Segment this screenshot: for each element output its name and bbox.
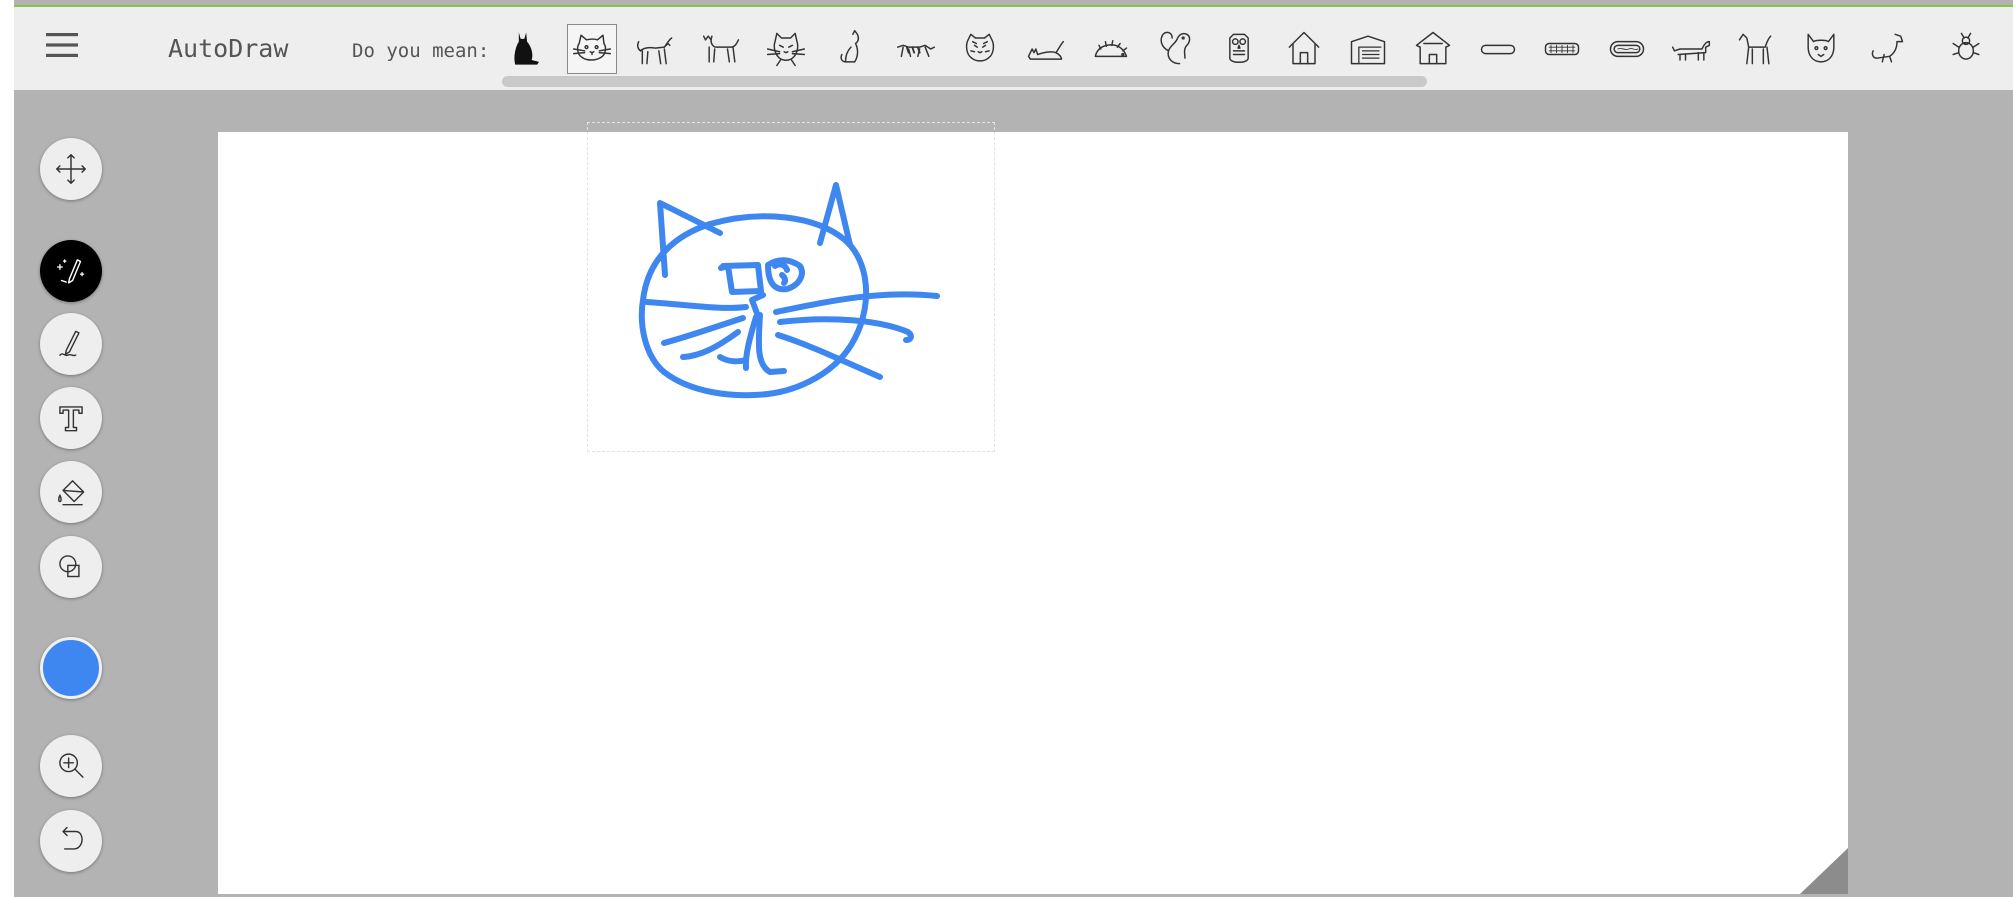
cat-face-icon — [572, 34, 612, 61]
suggestion-cat-sitting[interactable] — [826, 24, 876, 74]
undo-tool-button[interactable] — [40, 810, 102, 872]
draw-tool-button[interactable] — [40, 313, 102, 375]
suggestions-label: Do you mean: — [352, 40, 490, 62]
suggestion-dog-standing[interactable] — [1731, 24, 1781, 74]
cat-standing-icon — [702, 35, 740, 63]
hotdog-icon — [1544, 42, 1580, 56]
suggestion-owl[interactable] — [1214, 24, 1264, 74]
text-tool-button[interactable] — [40, 387, 102, 449]
hedgehog-icon — [1094, 40, 1128, 58]
suggestion-bug[interactable] — [1941, 24, 1991, 74]
suggestion-cat-face[interactable] — [567, 24, 617, 74]
cat-lying-icon — [1027, 40, 1065, 60]
paint-bucket-icon — [58, 480, 85, 506]
shapes-icon — [59, 555, 80, 578]
suggestion-hotdog[interactable] — [1537, 24, 1587, 74]
tiger-running-icon — [896, 44, 936, 58]
suggestion-dog-sitting[interactable] — [1861, 24, 1911, 74]
suggestion-tiger-running[interactable] — [891, 24, 941, 74]
autodraw-tool-button[interactable] — [40, 240, 102, 302]
app-title: AutoDraw — [168, 34, 289, 63]
cat-walking-icon — [636, 37, 673, 65]
pencil-icon — [59, 330, 80, 357]
house-icon — [1288, 31, 1320, 65]
color-picker-button[interactable] — [40, 637, 102, 699]
hamburger-menu-icon — [46, 33, 78, 57]
tiger-face-icon — [965, 33, 995, 62]
suggestion-cat-walking[interactable] — [632, 24, 682, 74]
zoom-tool-button[interactable] — [40, 735, 102, 797]
suggestion-dachshund[interactable] — [1666, 24, 1716, 74]
suggestions-scrollbar[interactable] — [502, 76, 1427, 87]
move-arrows-icon — [56, 154, 86, 184]
menu-button[interactable] — [40, 27, 84, 63]
suggestion-hotdog-bun[interactable] — [1602, 24, 1652, 74]
move-tool-button[interactable] — [40, 138, 102, 200]
suggestion-tiger-face[interactable] — [955, 24, 1005, 74]
dog-face-icon — [1807, 33, 1835, 63]
undo-icon — [62, 826, 83, 850]
shape-tool-button[interactable] — [40, 536, 102, 598]
suggestion-cat-standing[interactable] — [697, 24, 747, 74]
hotdog-plain-icon — [1480, 44, 1516, 55]
suggestion-barn[interactable] — [1343, 24, 1393, 74]
suggestion-cat-whiskers-face[interactable] — [761, 24, 811, 74]
barn-icon — [1350, 35, 1386, 65]
canvas-resize-handle[interactable] — [1800, 848, 1848, 894]
suggestion-cat-silhouette[interactable] — [503, 24, 553, 74]
text-t-icon — [59, 406, 83, 432]
suggestion-hotdog-plain[interactable] — [1473, 24, 1523, 74]
cat-silhouette-icon — [514, 32, 539, 65]
cat-sitting-icon — [840, 29, 860, 63]
suggestion-dog-face[interactable] — [1796, 24, 1846, 74]
suggestion-hedgehog[interactable] — [1085, 24, 1135, 74]
cat-whiskers-face-icon — [766, 32, 806, 67]
owl-icon — [1229, 33, 1249, 64]
dog-standing-icon — [1738, 33, 1772, 65]
hotdog-bun-icon — [1609, 40, 1645, 58]
magic-pencil-icon — [56, 259, 85, 284]
bug-icon — [1952, 32, 1980, 60]
fill-tool-button[interactable] — [40, 461, 102, 523]
drawing-canvas[interactable] — [218, 132, 1848, 894]
suggestion-squirrel[interactable] — [1149, 24, 1199, 74]
squirrel-icon — [1160, 31, 1191, 65]
dog-sitting-icon — [1871, 33, 1904, 63]
suggestion-house-outline[interactable] — [1408, 24, 1458, 74]
dachshund-icon — [1671, 40, 1711, 61]
house-outline-icon — [1415, 31, 1451, 65]
zoom-in-icon — [59, 753, 84, 778]
suggestion-cat-lying[interactable] — [1020, 24, 1070, 74]
window-left-edge — [0, 0, 14, 897]
suggestion-house[interactable] — [1279, 24, 1329, 74]
